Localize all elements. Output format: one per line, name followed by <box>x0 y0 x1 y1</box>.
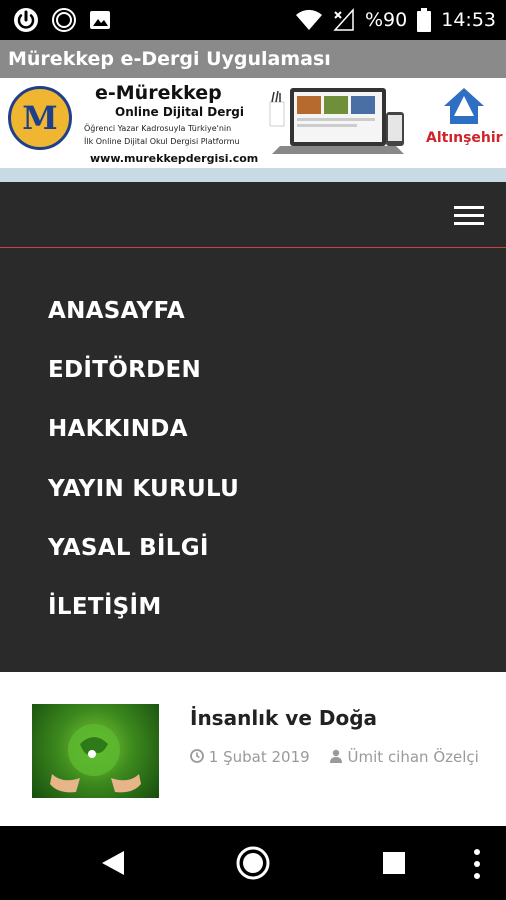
battery-icon <box>417 8 432 32</box>
menu-item-editorden[interactable]: EDİTÖRDEN <box>48 357 201 383</box>
clock: 14:53 <box>441 9 496 31</box>
signal-icon <box>333 8 354 31</box>
house-icon <box>444 88 484 124</box>
battery-percent: %90 <box>365 9 408 31</box>
logo-letter: M <box>22 99 58 137</box>
brand-tagline-2: İlk Online Dijital Okul Dergisi Platform… <box>84 137 240 146</box>
status-bar: %90 14:53 <box>0 0 506 40</box>
system-navigation-bar <box>0 826 506 900</box>
app-title-bar: Mürekkep e-Dergi Uygulaması <box>0 40 506 78</box>
menu-item-yasal-bilgi[interactable]: YASAL BİLGİ <box>48 535 209 561</box>
laptop-illustration <box>269 88 404 154</box>
menu-item-yayin-kurulu[interactable]: YAYIN KURULU <box>48 476 239 502</box>
brand-title: e-Mürekkep <box>95 82 222 104</box>
magazine-logo: M <box>8 86 72 150</box>
menu-item-hakkinda[interactable]: HAKKINDA <box>48 416 188 442</box>
user-icon <box>329 749 342 763</box>
partner-name: Altınşehir <box>426 130 503 146</box>
wifi-icon <box>296 9 322 30</box>
nav-menu: ANASAYFA EDİTÖRDEN HAKKINDA YAYIN KURULU… <box>0 248 506 672</box>
circle-icon <box>52 8 76 32</box>
article-title[interactable]: İnsanlık ve Doğa <box>190 706 377 730</box>
image-icon <box>90 11 110 29</box>
brand-url: www.murekkepdergisi.com <box>90 152 259 165</box>
clock-icon <box>190 749 204 763</box>
nav-bar <box>0 182 506 248</box>
recents-icon[interactable] <box>382 851 406 875</box>
article-meta: 1 Şubat 2019 Ümit cihan Özelçi <box>190 744 490 771</box>
more-options-icon[interactable] <box>472 848 482 880</box>
article-thumbnail[interactable] <box>32 704 159 798</box>
back-icon[interactable] <box>100 849 126 877</box>
brand-subtitle: Online Dijital Dergi <box>115 105 244 119</box>
partner-logo: Altınşehir <box>426 86 503 162</box>
banner-strip <box>0 168 506 182</box>
brand-tagline-1: Öğrenci Yazar Kadrosuyla Türkiye'nin <box>84 124 232 133</box>
article-author[interactable]: Ümit cihan Özelçi <box>348 748 479 766</box>
home-icon[interactable] <box>235 845 271 881</box>
app-title: Mürekkep e-Dergi Uygulaması <box>8 48 331 70</box>
earth-hands-image <box>50 724 141 793</box>
hamburger-menu-icon[interactable] <box>454 206 484 226</box>
power-icon <box>14 8 38 32</box>
article-date: 1 Şubat 2019 <box>208 748 310 766</box>
menu-item-anasayfa[interactable]: ANASAYFA <box>48 298 185 324</box>
menu-item-iletisim[interactable]: İLETİŞİM <box>48 594 162 620</box>
